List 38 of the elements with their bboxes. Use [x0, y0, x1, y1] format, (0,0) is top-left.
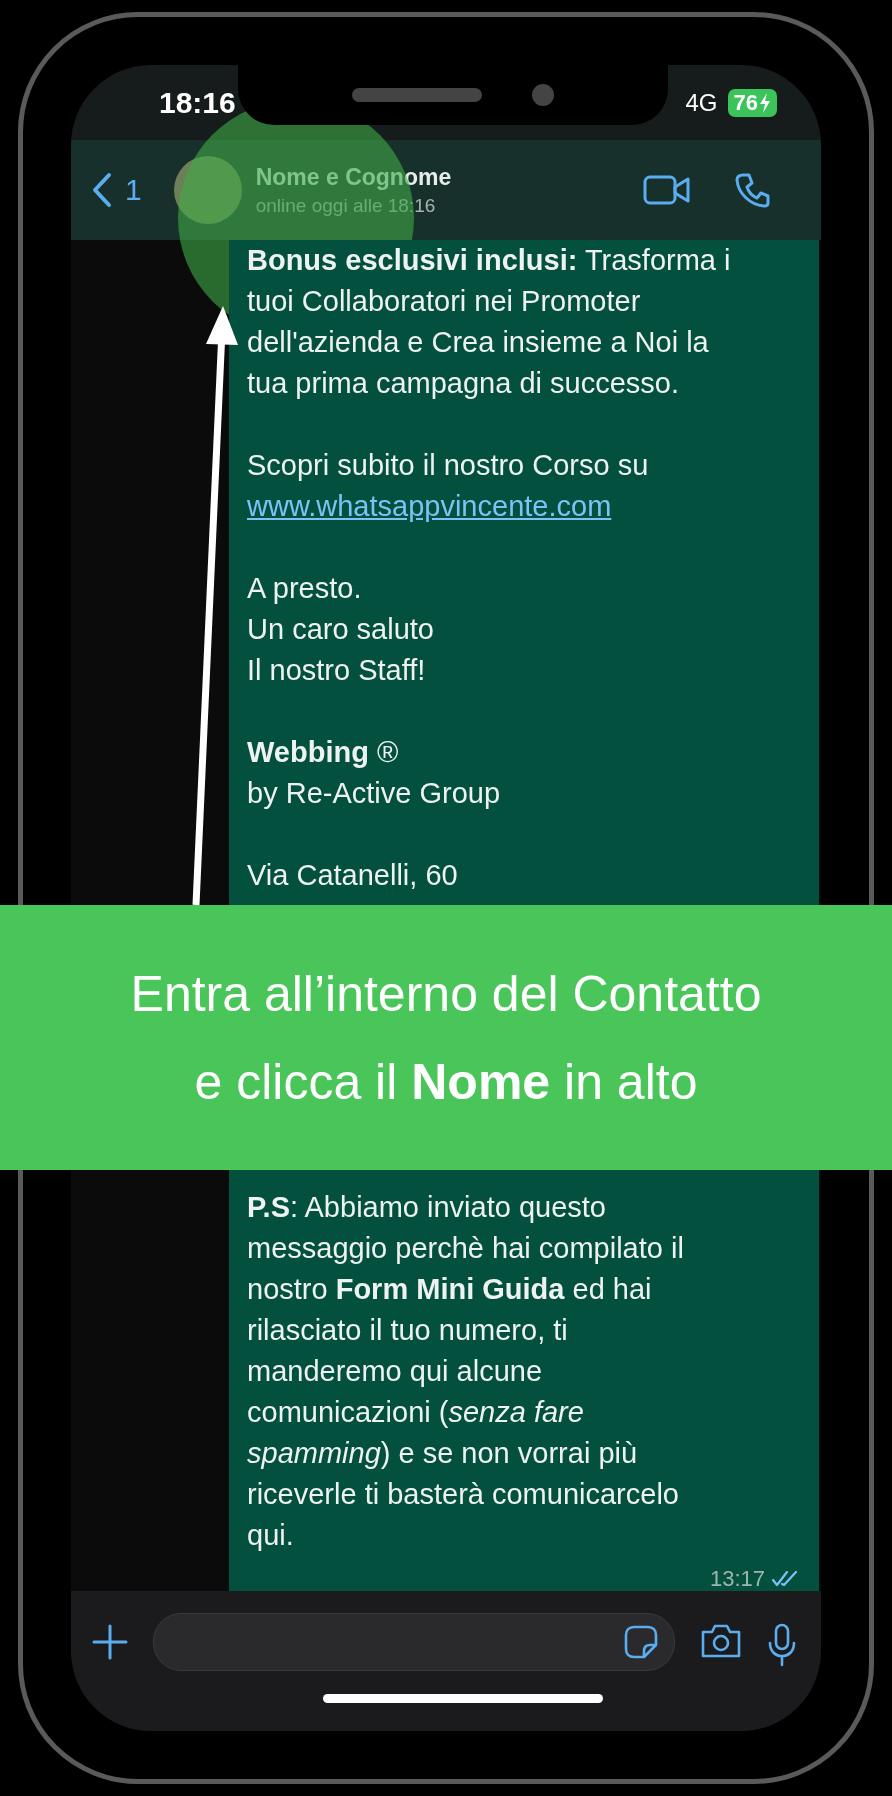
message-text: Webbing ® — [247, 735, 399, 770]
message-text: dell'azienda e Crea insieme a Noi la — [247, 325, 709, 360]
message-text: messaggio perchè hai compilato il — [247, 1231, 684, 1266]
message-text: P.S: Abbiamo inviato questo — [247, 1190, 606, 1225]
message-text: Un caro saluto — [247, 612, 434, 647]
message-text: qui. — [247, 1518, 294, 1553]
message-link[interactable]: www.whatsappvincente.com — [247, 486, 612, 527]
status-time: 18:16 — [159, 85, 236, 120]
message-time: 13:17 — [709, 1565, 765, 1591]
message-text: tua prima campagna di successo. — [247, 366, 679, 401]
message-text: manderemo qui alcune — [247, 1354, 542, 1389]
sticker-icon[interactable] — [624, 1625, 658, 1659]
message-text: spamming) e se non vorrai più — [247, 1436, 638, 1471]
instruction-text: Entra all’interno del Contatto e clicca il Nome in alto — [130, 964, 762, 1112]
chevron-icon — [91, 172, 113, 208]
camera-icon[interactable] — [699, 1623, 743, 1659]
video-call-icon[interactable] — [643, 174, 691, 206]
message-text: tuoi Collaboratori nei Promoter — [247, 284, 641, 319]
message-text: A presto. — [247, 571, 362, 606]
message-text: Via Catanelli, 60 — [247, 858, 458, 893]
message-text: by Re-Active Group — [247, 776, 501, 811]
message-text: nostro Form Mini Guida ed hai — [247, 1272, 652, 1307]
message-text: Bonus esclusivi inclusi: Trasforma i — [247, 243, 731, 278]
microphone-icon[interactable] — [767, 1623, 797, 1667]
message-text: riceverle ti basterà comunicarcelo — [247, 1477, 679, 1512]
back-button[interactable]: 1 — [91, 172, 142, 208]
charging-bolt-icon — [759, 92, 771, 113]
phone-call-icon[interactable] — [735, 172, 771, 208]
battery-level: 76 — [727, 88, 777, 117]
message-input-field[interactable] — [153, 1613, 675, 1671]
network-type: 4G — [685, 88, 718, 117]
message-text: rilasciato il tuo numero, ti — [247, 1313, 568, 1348]
message-text: Scopri subito il nostro Corso su — [247, 448, 649, 483]
message-text: Il nostro Staff! — [247, 653, 426, 688]
speaker-icon — [352, 88, 482, 102]
plus-icon[interactable] — [91, 1623, 129, 1661]
camera-icon — [532, 84, 554, 106]
message-text: comunicazioni (senza fare — [247, 1395, 584, 1430]
